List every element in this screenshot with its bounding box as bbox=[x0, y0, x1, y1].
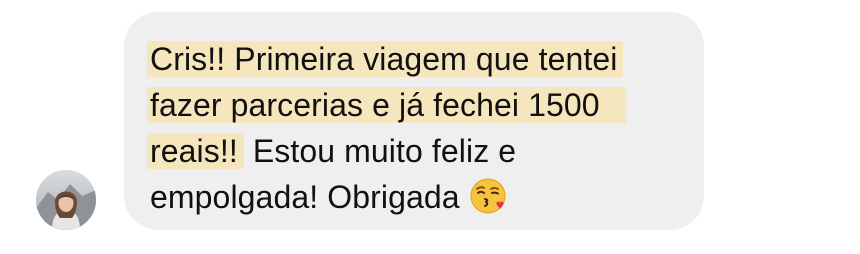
highlighted-text: fazer parcerias e já fechei 1500 bbox=[147, 87, 626, 123]
kiss-emoji-icon bbox=[468, 176, 508, 216]
highlighted-text: reais!! bbox=[147, 133, 244, 169]
message-text: Cris!! Primeira viagem que tentei fazer … bbox=[147, 36, 684, 220]
message-line-2: fazer parcerias e já fechei 1500 bbox=[147, 82, 684, 128]
message-text-segment: Estou muito feliz e bbox=[243, 133, 517, 169]
message-bubble[interactable]: Cris!! Primeira viagem que tentei fazer … bbox=[124, 12, 704, 230]
highlighted-text: Cris!! Primeira viagem que tentei bbox=[147, 41, 624, 77]
avatar-photo-icon bbox=[36, 170, 96, 230]
message-line-1: Cris!! Primeira viagem que tentei bbox=[147, 36, 684, 82]
message-line-4: empolgada! Obrigada bbox=[150, 174, 684, 220]
message-line-3: reais!! Estou muito feliz e bbox=[147, 128, 684, 174]
sender-avatar[interactable] bbox=[36, 170, 96, 230]
message-thread-row: Cris!! Primeira viagem que tentei fazer … bbox=[0, 0, 860, 254]
message-text-segment: empolgada! Obrigada bbox=[150, 179, 460, 215]
